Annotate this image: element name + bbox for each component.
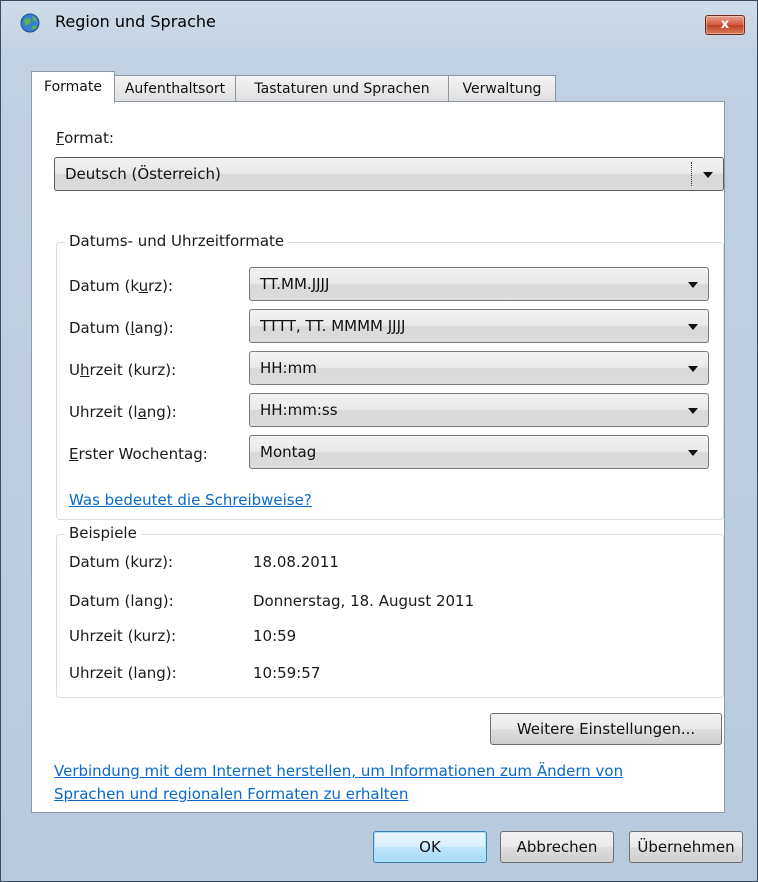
window-title: Region und Sprache [55, 12, 216, 31]
examples-group-title: Beispiele [65, 524, 141, 542]
chevron-down-icon [688, 324, 698, 330]
chevron-down-icon [688, 450, 698, 456]
chevron-down-icon [688, 408, 698, 414]
region-dialog: Region und Sprache x Formate Aufenthalts… [0, 0, 758, 882]
short-date-select[interactable]: TT.MM.JJJJ [249, 267, 709, 301]
notation-help-link[interactable]: Was bedeutet die Schreibweise? [69, 491, 312, 509]
short-time-value: HH:mm [260, 359, 317, 377]
long-time-select[interactable]: HH:mm:ss [249, 393, 709, 427]
long-date-value: TTTT, TT. MMMM JJJJ [260, 317, 406, 335]
format-select[interactable]: Deutsch (Österreich) [54, 157, 724, 191]
globe-icon [20, 13, 40, 33]
short-date-value: TT.MM.JJJJ [260, 275, 330, 293]
tab-aufenthaltsort[interactable]: Aufenthaltsort [114, 75, 236, 102]
format-select-value: Deutsch (Österreich) [65, 165, 221, 183]
example-long-time-value: 10:59:57 [253, 664, 321, 682]
example-short-time-label: Uhrzeit (kurz): [69, 627, 177, 645]
close-button[interactable]: x [705, 15, 745, 35]
ok-button[interactable]: OK [373, 831, 487, 863]
formate-panel: Format: Deutsch (Österreich) Datums- und… [31, 101, 725, 813]
close-icon: x [720, 17, 730, 32]
example-long-date-label: Datum (lang): [69, 592, 174, 610]
long-date-label: Datum (lang): [69, 319, 174, 337]
short-date-label: Datum (kurz): [69, 277, 174, 295]
datetime-group-title: Datums- und Uhrzeitformate [65, 232, 289, 250]
datetime-formats-group: Datums- und Uhrzeitformate Datum (kurz):… [56, 232, 724, 520]
chevron-down-icon [688, 282, 698, 288]
first-weekday-select[interactable]: Montag [249, 435, 709, 469]
more-settings-button[interactable]: Weitere Einstellungen... [490, 713, 722, 745]
long-date-select[interactable]: TTTT, TT. MMMM JJJJ [249, 309, 709, 343]
example-long-time-label: Uhrzeit (lang): [69, 664, 177, 682]
example-short-time-value: 10:59 [253, 627, 297, 645]
short-time-label: Uhrzeit (kurz): [69, 361, 177, 379]
tab-tastaturen-und-sprachen[interactable]: Tastaturen und Sprachen [235, 75, 449, 102]
chevron-down-icon [703, 172, 713, 178]
chevron-down-icon [688, 366, 698, 372]
internet-info-link[interactable]: Verbindung mit dem Internet herstellen, … [54, 762, 623, 780]
tab-verwaltung[interactable]: Verwaltung [448, 75, 556, 102]
focus-divider [691, 162, 693, 186]
tab-formate[interactable]: Formate [31, 71, 115, 103]
title-bar[interactable]: Region und Sprache x [1, 1, 757, 41]
example-short-date-value: 18.08.2011 [253, 553, 339, 571]
short-time-select[interactable]: HH:mm [249, 351, 709, 385]
example-short-date-label: Datum (kurz): [69, 553, 174, 571]
first-weekday-label: Erster Wochentag: [69, 445, 208, 463]
long-time-value: HH:mm:ss [260, 401, 338, 419]
apply-button[interactable]: Übernehmen [629, 831, 743, 863]
examples-group: Beispiele Datum (kurz): 18.08.2011 Datum… [56, 524, 724, 698]
first-weekday-value: Montag [260, 443, 317, 461]
example-long-date-value: Donnerstag, 18. August 2011 [253, 592, 475, 610]
cancel-button[interactable]: Abbrechen [500, 831, 614, 863]
internet-info-link-line2[interactable]: Sprachen und regionalen Formaten zu erha… [54, 785, 408, 803]
long-time-label: Uhrzeit (lang): [69, 403, 177, 421]
format-label: Format: [56, 129, 114, 147]
